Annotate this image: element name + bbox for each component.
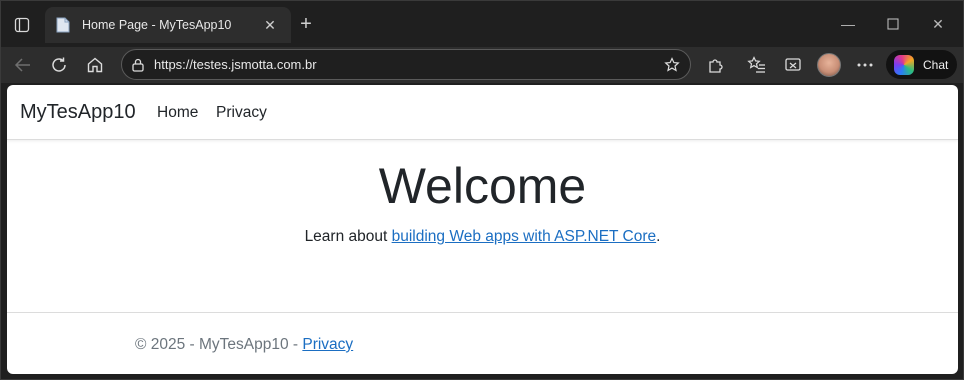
page-icon <box>54 16 72 34</box>
site-footer: © 2025 - MyTesApp10 - Privacy <box>7 312 958 374</box>
favorite-star-icon[interactable] <box>663 56 681 74</box>
browser-window: Home Page - MyTesApp10 ✕ + — ✕ https://t… <box>0 0 964 380</box>
web-page: MyTesApp10 Home Privacy Welcome Learn ab… <box>7 85 958 374</box>
lock-icon[interactable] <box>130 57 146 73</box>
learn-prefix: Learn about <box>304 228 392 245</box>
minimize-icon[interactable]: — <box>837 13 859 35</box>
footer-text: © 2025 - MyTesApp10 - Privacy <box>135 336 353 354</box>
close-tab-icon[interactable]: ✕ <box>262 17 278 33</box>
nav-link-privacy[interactable]: Privacy <box>216 104 267 122</box>
tab-title: Home Page - MyTesApp10 <box>82 18 232 32</box>
learn-text: Learn about building Web apps with ASP.N… <box>7 228 958 246</box>
favorites-icon[interactable] <box>745 53 769 77</box>
tab-home-page[interactable]: Home Page - MyTesApp10 ✕ <box>45 7 291 43</box>
chat-label: Chat <box>923 57 949 72</box>
profile-avatar[interactable] <box>817 53 841 77</box>
maximize-icon[interactable] <box>882 13 904 35</box>
home-icon[interactable] <box>83 53 107 77</box>
address-bar[interactable]: https://testes.jsmotta.com.br <box>121 49 691 80</box>
tab-actions-button[interactable] <box>11 14 33 36</box>
title-bar: Home Page - MyTesApp10 ✕ + — ✕ <box>1 1 963 47</box>
browser-toolbar: https://testes.jsmotta.com.br Chat <box>1 47 963 83</box>
learn-suffix: . <box>656 228 661 245</box>
tab-actions-icon <box>14 17 30 33</box>
site-navbar: MyTesApp10 Home Privacy <box>7 85 958 140</box>
url-text[interactable]: https://testes.jsmotta.com.br <box>154 57 317 72</box>
nav-link-home[interactable]: Home <box>157 104 198 122</box>
more-options-icon[interactable] <box>853 53 877 77</box>
extensions-icon[interactable] <box>704 53 728 77</box>
back-arrow-icon[interactable] <box>11 53 35 77</box>
aspnet-docs-link[interactable]: building Web apps with ASP.NET Core <box>392 228 657 245</box>
refresh-icon[interactable] <box>47 53 71 77</box>
footer-privacy-link[interactable]: Privacy <box>302 336 353 353</box>
chat-button[interactable]: Chat <box>886 50 957 79</box>
footer-copyright: © 2025 - MyTesApp10 - <box>135 336 303 353</box>
site-brand-link[interactable]: MyTesApp10 <box>20 101 136 124</box>
screenshot-icon[interactable] <box>781 53 805 77</box>
close-window-icon[interactable]: ✕ <box>927 13 949 35</box>
copilot-icon <box>894 54 914 75</box>
new-tab-icon[interactable]: + <box>297 14 315 34</box>
page-title: Welcome <box>378 158 587 214</box>
